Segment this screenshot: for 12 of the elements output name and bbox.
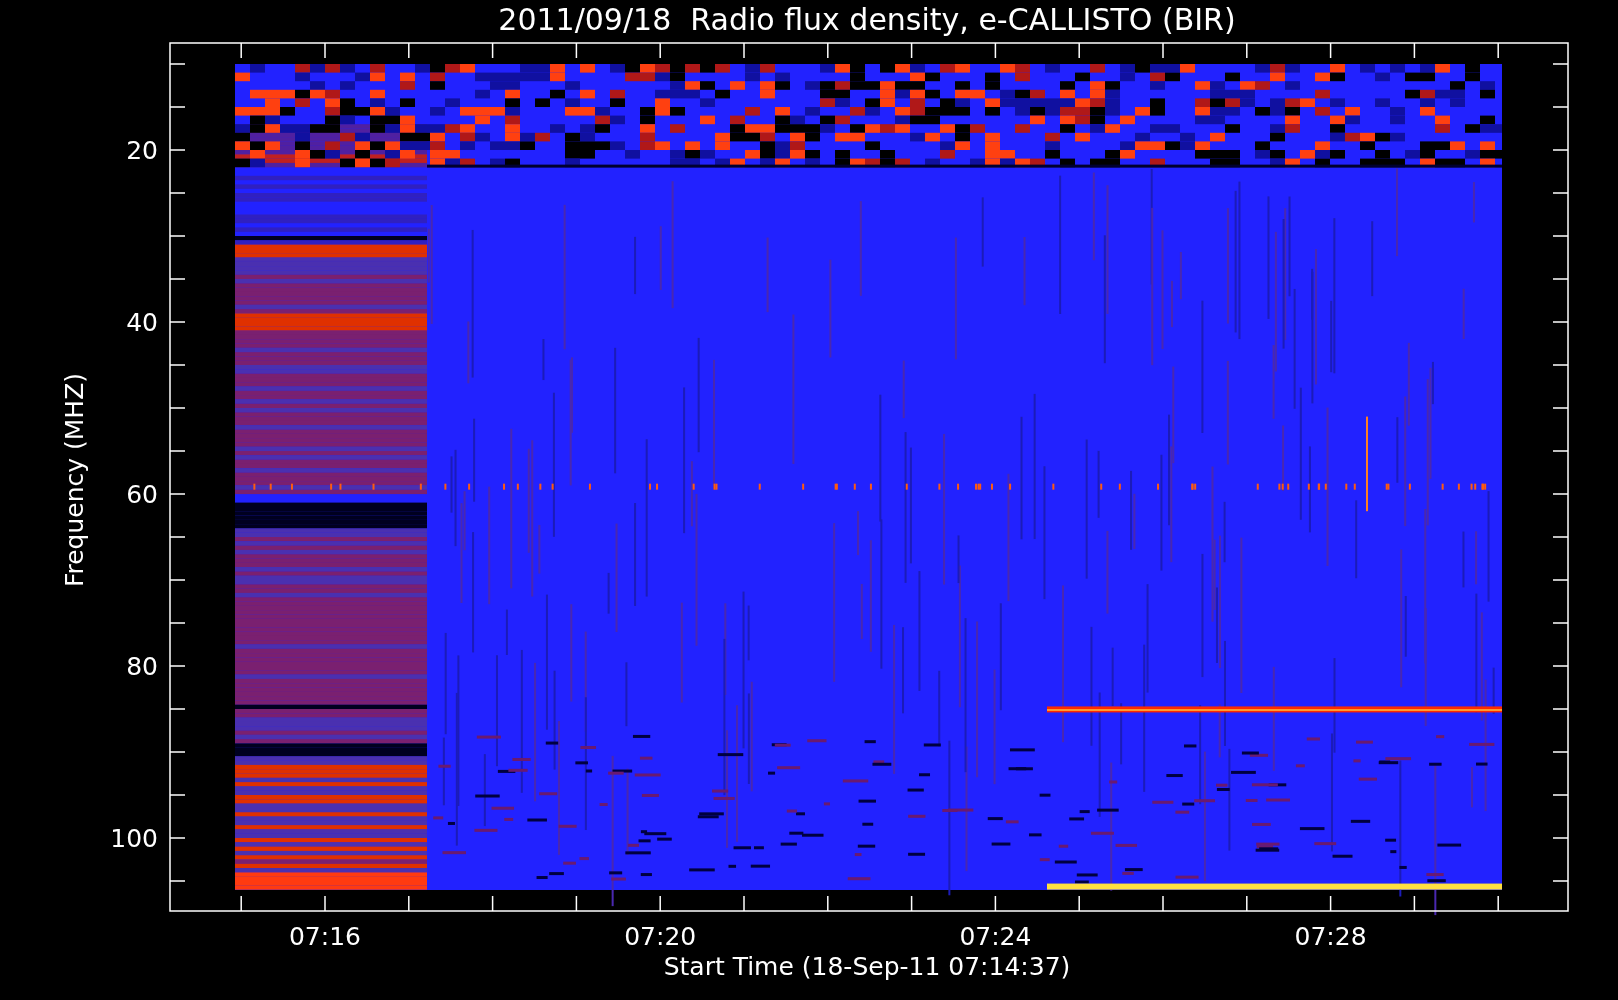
axis-tick-label: 07:24 bbox=[959, 922, 1032, 951]
y-axis-label: Frequency (MHZ) bbox=[60, 372, 89, 588]
axis-tick-label: 100 bbox=[110, 824, 158, 853]
axis-tick-label: 80 bbox=[126, 652, 158, 681]
chart-title: 2011/09/18 Radio flux density, e-CALLISTO (BIR) bbox=[498, 2, 1236, 37]
axis-tick-label: 07:16 bbox=[289, 922, 361, 951]
axis-tick-label: 60 bbox=[126, 480, 158, 509]
axis-tick-label: 07:20 bbox=[624, 922, 697, 951]
axis-tick-label: 40 bbox=[126, 308, 158, 337]
axis-tick-label: 20 bbox=[126, 136, 158, 165]
axis-tick-label: 07:28 bbox=[1294, 922, 1367, 951]
x-axis-label: Start Time (18-Sep-11 07:14:37) bbox=[663, 952, 1071, 981]
